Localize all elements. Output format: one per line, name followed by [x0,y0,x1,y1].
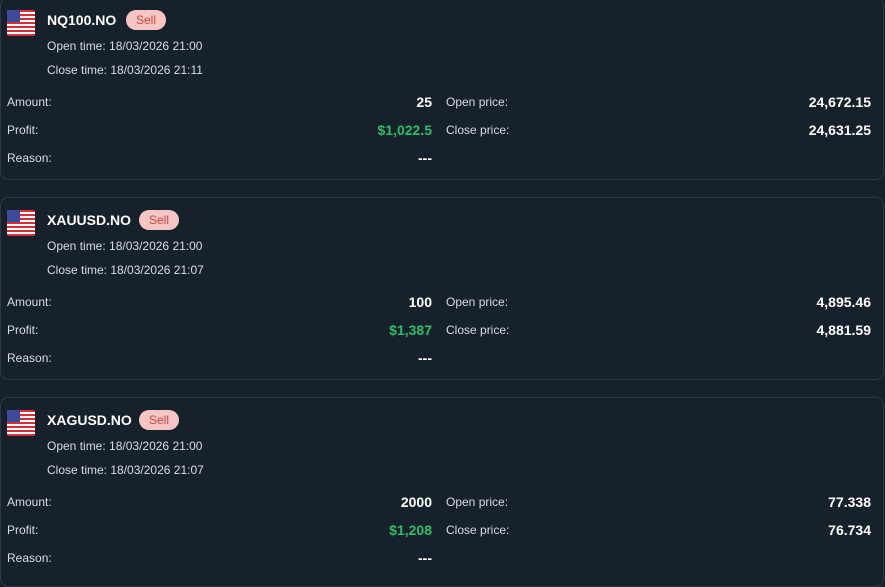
open-price-value: 24,672.15 [808,94,871,110]
profit-label: Profit: [7,323,39,337]
close-time-value: 18/03/2026 21:07 [110,463,204,477]
open-price-label: Open price: [446,295,509,309]
close-time: Close time: 18/03/2026 21:11 [47,63,203,77]
close-time-value: 18/03/2026 21:07 [110,263,204,277]
us-flag-icon [7,210,35,236]
trade-symbol: XAUUSD.NO [47,212,132,228]
open-time-label: Open time: [47,239,106,253]
close-time-label: Close time: [47,263,108,277]
reason-label: Reason: [7,551,52,565]
reason-label: Reason: [7,151,52,165]
close-time: Close time: 18/03/2026 21:07 [47,263,204,277]
close-price-value: 24,631.25 [808,122,871,138]
amount-label: Amount: [7,495,52,509]
profit-value: $1,208 [389,522,432,538]
reason-value: --- [418,150,432,166]
amount-value: 25 [416,94,432,110]
amount-value: 100 [408,294,432,310]
close-price-label: Close price: [446,323,510,337]
close-price-label: Close price: [446,523,510,537]
close-time-label: Close time: [47,463,108,477]
trade-card[interactable]: NQ100.NO Sell Open time: 18/03/2026 21:0… [0,0,884,180]
open-time-label: Open time: [47,39,106,53]
open-time-value: 18/03/2026 21:00 [109,239,203,253]
profit-label: Profit: [7,523,39,537]
reason-value: --- [418,350,432,366]
profit-value: $1,387 [389,322,432,338]
close-time-label: Close time: [47,63,108,77]
side-badge: Sell [126,10,167,30]
open-time-value: 18/03/2026 21:00 [109,439,203,453]
open-price-label: Open price: [446,95,509,109]
open-time: Open time: 18/03/2026 21:00 [47,439,202,453]
trade-symbol: XAGUSD.NO [47,412,132,428]
close-price-value: 4,881.59 [816,322,872,338]
us-flag-icon [7,410,35,436]
trade-card[interactable]: XAGUSD.NO Sell Open time: 18/03/2026 21:… [0,397,884,587]
close-price-value: 76.734 [828,522,871,538]
close-time: Close time: 18/03/2026 21:07 [47,463,204,477]
side-badge: Sell [139,410,180,430]
close-time-value: 18/03/2026 21:11 [110,63,203,77]
trade-symbol: NQ100.NO [47,12,117,28]
trade-card[interactable]: XAUUSD.NO Sell Open time: 18/03/2026 21:… [0,197,884,380]
open-time: Open time: 18/03/2026 21:00 [47,39,202,53]
side-badge: Sell [139,210,180,230]
open-time-value: 18/03/2026 21:00 [109,39,203,53]
open-time-label: Open time: [47,439,106,453]
profit-value: $1,022.5 [377,122,433,138]
close-price-label: Close price: [446,123,510,137]
open-price-value: 77.338 [828,494,871,510]
profit-label: Profit: [7,123,39,137]
open-price-value: 4,895.46 [816,294,872,310]
reason-value: --- [418,550,432,566]
amount-label: Amount: [7,95,52,109]
us-flag-icon [7,10,35,36]
amount-label: Amount: [7,295,52,309]
reason-label: Reason: [7,351,52,365]
amount-value: 2000 [400,494,432,510]
open-price-label: Open price: [446,495,509,509]
open-time: Open time: 18/03/2026 21:00 [47,239,202,253]
